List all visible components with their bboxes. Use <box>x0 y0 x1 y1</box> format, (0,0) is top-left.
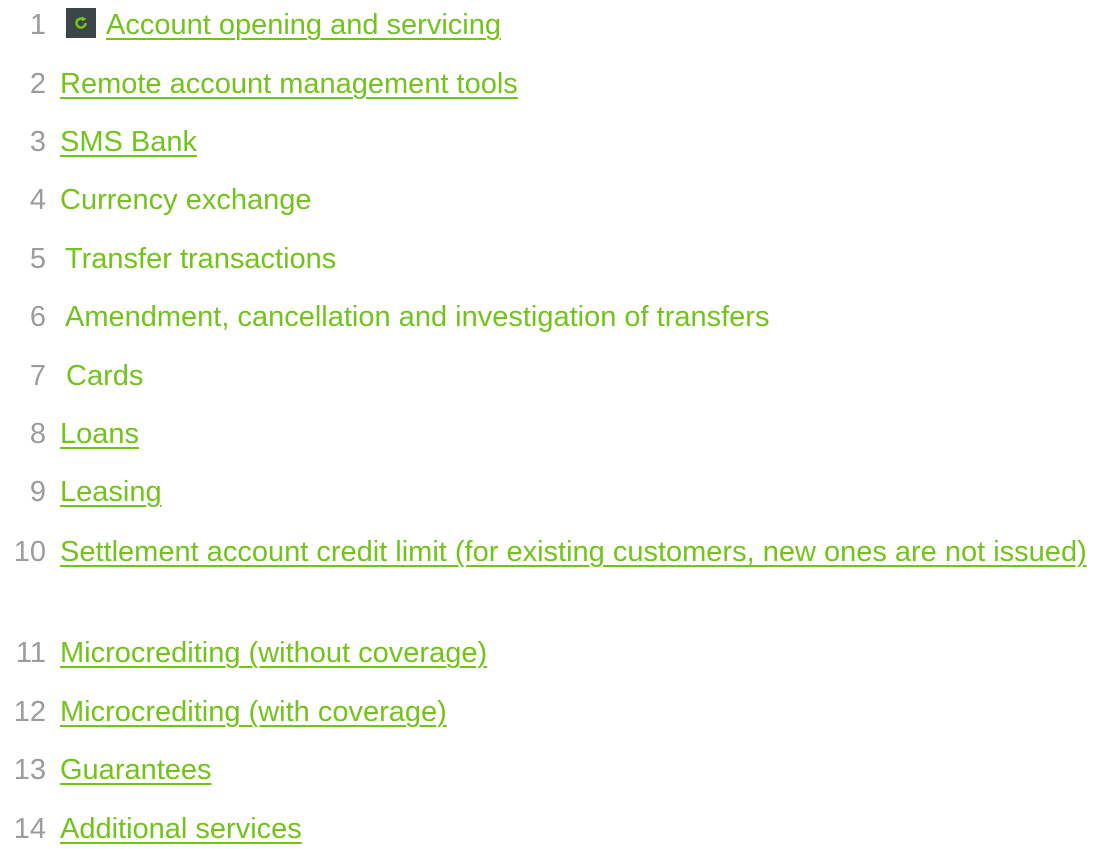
link-remote-account-tools[interactable]: Remote account management tools <box>60 68 518 100</box>
item-number: 4 <box>29 184 46 216</box>
item-label-currency-exchange: Currency exchange <box>60 184 312 216</box>
item-label-amendment-transfers: Amendment, cancellation and investigatio… <box>65 301 770 333</box>
list-item: 13 Guarantees <box>0 750 1104 790</box>
list-item: 4 Currency exchange <box>0 180 1104 220</box>
link-microcrediting-without-coverage[interactable]: Microcrediting (without coverage) <box>60 637 487 669</box>
item-number: 7 <box>29 360 46 392</box>
item-text: Loans <box>60 414 139 454</box>
link-leasing[interactable]: Leasing <box>60 476 162 508</box>
list-item: 1 Account opening and servicing <box>0 5 1104 45</box>
item-number: 9 <box>29 476 46 508</box>
item-number: 5 <box>29 243 46 275</box>
list-item: 3 SMS Bank <box>0 122 1104 162</box>
link-microcrediting-with-coverage[interactable]: Microcrediting (with coverage) <box>60 696 447 728</box>
link-sms-bank[interactable]: SMS Bank <box>60 126 197 158</box>
item-number: 3 <box>29 126 46 158</box>
service-list: 1 Account opening and servicing 2 Remote… <box>0 0 1104 845</box>
list-item: 14 Additional services <box>0 809 1104 849</box>
item-text: Account opening and servicing <box>64 5 501 45</box>
item-text: Leasing <box>60 472 162 512</box>
item-label-transfer-transactions: Transfer transactions <box>65 243 337 275</box>
item-text: Settlement account credit limit (for exi… <box>60 531 1104 574</box>
link-loans[interactable]: Loans <box>60 418 139 450</box>
link-additional-services[interactable]: Additional services <box>60 813 302 845</box>
item-text: Additional services <box>60 809 302 849</box>
item-number: 12 <box>13 696 46 728</box>
link-settlement-credit-limit[interactable]: Settlement account credit limit (for exi… <box>60 536 1087 568</box>
list-item: 7 Cards <box>0 356 1104 396</box>
item-label-cards: Cards <box>66 360 144 392</box>
list-item: 8 Loans <box>0 414 1104 454</box>
item-number: 14 <box>13 813 46 845</box>
item-number: 13 <box>13 754 46 786</box>
list-item: 11 Microcrediting (without coverage) <box>0 633 1104 673</box>
item-number: 6 <box>29 301 46 333</box>
list-item: 10 Settlement account credit limit (for … <box>0 531 1104 574</box>
item-text: SMS Bank <box>60 122 197 162</box>
list-item: 9 Leasing <box>0 472 1104 512</box>
refresh-icon[interactable] <box>66 8 96 38</box>
item-text: Guarantees <box>60 750 212 790</box>
list-item: 6 Amendment, cancellation and investigat… <box>0 297 1104 337</box>
item-number: 2 <box>29 68 46 100</box>
list-item: 2 Remote account management tools <box>0 64 1104 104</box>
list-item: 12 Microcrediting (with coverage) <box>0 692 1104 732</box>
item-text: Microcrediting (without coverage) <box>60 633 487 673</box>
item-number: 10 <box>13 536 46 568</box>
link-account-opening[interactable]: Account opening and servicing <box>106 9 501 41</box>
item-number: 8 <box>29 418 46 450</box>
item-text: Microcrediting (with coverage) <box>60 692 447 732</box>
link-guarantees[interactable]: Guarantees <box>60 754 212 786</box>
item-number: 1 <box>29 9 46 41</box>
item-number: 11 <box>15 637 46 669</box>
item-text: Remote account management tools <box>60 64 518 104</box>
list-item: 5 Transfer transactions <box>0 239 1104 279</box>
